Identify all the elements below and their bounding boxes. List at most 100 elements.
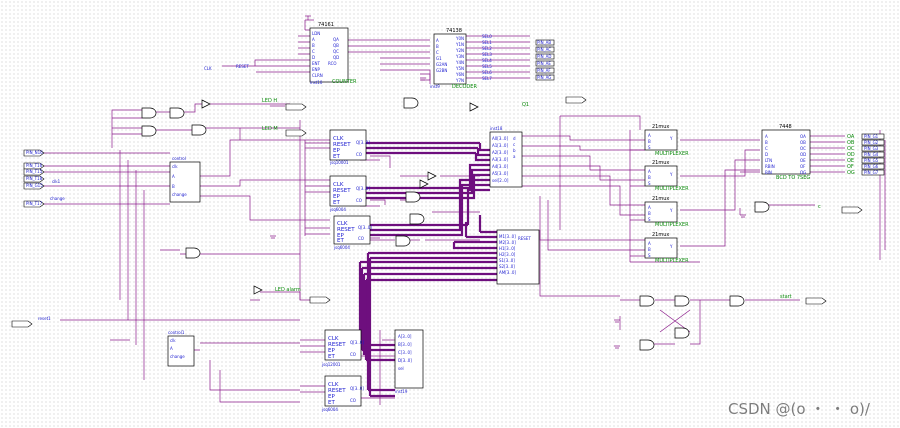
svg-text:A1[3..0]: A1[3..0] xyxy=(492,143,508,148)
svg-text:PIN_G5: PIN_G5 xyxy=(864,158,879,163)
svg-text:Y0N: Y0N xyxy=(455,36,464,41)
svg-text:OC: OC xyxy=(800,146,806,151)
svg-text:G2BN: G2BN xyxy=(436,68,447,73)
svg-text:ENP: ENP xyxy=(312,67,321,72)
svg-text:AM[3..0]: AM[3..0] xyxy=(499,270,516,275)
decoder-type-label: DECODER xyxy=(452,84,477,90)
svg-text:Y1N: Y1N xyxy=(455,42,464,47)
svg-text:BCD TO 7SEG: BCD TO 7SEG xyxy=(776,175,810,181)
svg-text:A[3..0]: A[3..0] xyxy=(398,334,412,339)
svg-text:RBIN: RBIN xyxy=(765,164,775,169)
svg-text:M1[3..0]: M1[3..0] xyxy=(499,234,516,239)
svg-text:QD: QD xyxy=(333,55,339,60)
svg-text:Q[3..0]: Q[3..0] xyxy=(350,386,364,391)
decoder-inst-label: inst9 xyxy=(430,84,440,89)
svg-text:PIN_AC: PIN_AC xyxy=(537,47,551,52)
dec-sel-label: SEL3 xyxy=(482,52,492,57)
cnt60-name: jsq6004 xyxy=(321,407,338,412)
svg-text:Y3N: Y3N xyxy=(455,54,464,59)
counter-jsq6004-a: CLK RESET EP ET Q[3..0] CO jsq6004 xyxy=(329,175,370,212)
counter-part-label: 74161 xyxy=(318,22,334,28)
svg-text:Y: Y xyxy=(669,244,673,249)
svg-text:B: B xyxy=(765,140,768,145)
q1-label: Q1 xyxy=(522,102,529,108)
svg-text:Y7N: Y7N xyxy=(455,78,464,83)
svg-text:B[3..0]: B[3..0] xyxy=(398,342,412,347)
svg-text:G1: G1 xyxy=(436,56,442,61)
dec-sel-label: SEL5 xyxy=(482,64,492,69)
input-pins: PIN_N16 PIN_T16 PIN_T15 PIN_T18 PIN_G15 … xyxy=(11,149,45,328)
svg-text:LDN: LDN xyxy=(312,31,320,36)
svg-text:OD: OD xyxy=(800,152,806,157)
svg-text:PIN_G7: PIN_G7 xyxy=(864,170,879,175)
svg-text:B: B xyxy=(648,211,651,216)
svg-text:D: D xyxy=(312,55,315,60)
svg-text:CO: CO xyxy=(350,398,356,403)
svg-text:C: C xyxy=(436,50,439,55)
svg-text:PIN_T16: PIN_T16 xyxy=(26,163,43,168)
svg-text:A: A xyxy=(170,346,173,351)
mux-1: 21mux ABS Y MULTIPLEXER xyxy=(644,124,689,157)
svg-text:CO: CO xyxy=(358,236,364,241)
svg-text:A2[3..0]: A2[3..0] xyxy=(492,150,508,155)
svg-text:A5[3..0]: A5[3..0] xyxy=(492,171,508,176)
svg-text:OG: OG xyxy=(847,170,855,176)
svg-text:OB: OB xyxy=(800,140,806,145)
seg-output-labels: OA OB OC OD OE OF OG xyxy=(847,134,855,176)
dec-sel-label: SEL1 xyxy=(482,40,492,45)
svg-text:G2AN: G2AN xyxy=(436,62,447,67)
c-label: c xyxy=(818,204,821,210)
selector-block: A0[3..0] A1[3..0] A2[3..0] A3[3..0] A4[3… xyxy=(489,126,523,188)
svg-text:A: A xyxy=(765,134,768,139)
selector-name: inst18 xyxy=(490,126,503,131)
svg-text:OA: OA xyxy=(800,134,806,139)
svg-text:S1[3..0]: S1[3..0] xyxy=(499,258,515,263)
svg-text:RCO: RCO xyxy=(328,61,337,66)
svg-text:A: A xyxy=(172,174,175,179)
svg-text:A: A xyxy=(648,205,651,210)
start-label: start xyxy=(780,294,792,300)
svg-text:A: A xyxy=(648,169,651,174)
decoder-output-pins: PIN_AB PIN_AC PIN_AD PIN_AE PIN_AF PIN_A… xyxy=(535,39,555,81)
counter-type-label: COUNTER xyxy=(332,79,357,85)
svg-text:clk: clk xyxy=(172,164,178,169)
svg-text:CO: CO xyxy=(356,152,362,157)
svg-text:C: C xyxy=(765,146,768,151)
dec-sel-label: SEL2 xyxy=(482,46,492,51)
bottom-name: inst19 xyxy=(395,389,408,394)
svg-text:Y2N: Y2N xyxy=(455,48,464,53)
svg-text:Y: Y xyxy=(669,136,673,141)
svg-text:PIN_G3: PIN_G3 xyxy=(864,146,879,151)
svg-text:Y6N: Y6N xyxy=(455,72,464,77)
svg-text:CO: CO xyxy=(356,198,362,203)
svg-text:C[3..0]: C[3..0] xyxy=(398,350,412,355)
svg-text:Y: Y xyxy=(669,208,673,213)
cnt10-name: jsq10001 xyxy=(329,160,349,165)
svg-text:A: A xyxy=(436,38,439,43)
cnt6a-name: jsq6004 xyxy=(329,207,346,212)
led-h-label: LED H xyxy=(262,98,277,104)
control-block-2: clk A change control1 xyxy=(167,330,195,367)
svg-text:PIN_G6: PIN_G6 xyxy=(864,164,879,169)
svg-text:Y5N: Y5N xyxy=(455,66,464,71)
svg-text:B: B xyxy=(648,175,651,180)
svg-text:A4[3..0]: A4[3..0] xyxy=(492,164,508,169)
counter-inst-label: inst10 xyxy=(310,80,323,85)
svg-text:C: C xyxy=(312,49,315,54)
control-block-1: clk A B change control xyxy=(169,156,201,203)
svg-text:Q[3..0]: Q[3..0] xyxy=(356,140,370,145)
svg-text:OE: OE xyxy=(800,158,806,163)
svg-text:PIN_G4: PIN_G4 xyxy=(864,152,879,157)
svg-text:PIN_T18: PIN_T18 xyxy=(26,176,43,181)
seg-output-pins: PIN_G1 PIN_G2 PIN_G3 PIN_G4 PIN_G5 PIN_G… xyxy=(861,133,885,176)
svg-text:ET: ET xyxy=(328,354,335,360)
svg-text:PIN_G2: PIN_G2 xyxy=(864,140,879,145)
svg-text:21mux: 21mux xyxy=(652,232,669,238)
svg-text:OF: OF xyxy=(800,164,806,169)
svg-text:Y4N: Y4N xyxy=(455,60,464,65)
svg-text:Q[3..0]: Q[3..0] xyxy=(350,340,364,345)
dec-sel-label: SEL0 xyxy=(482,34,492,39)
svg-text:PIN_N16: PIN_N16 xyxy=(26,150,43,155)
svg-text:B: B xyxy=(172,184,175,189)
svg-text:CLRN: CLRN xyxy=(312,73,323,78)
